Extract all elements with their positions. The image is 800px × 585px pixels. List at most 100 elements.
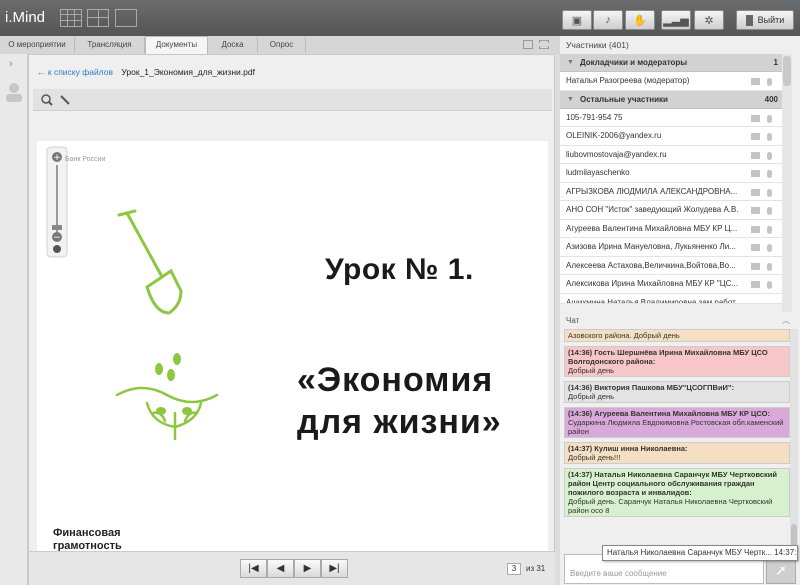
- exit-icon: [745, 14, 753, 26]
- participant-row[interactable]: ludmilayaschenko: [560, 164, 782, 183]
- signal-icon[interactable]: ▂▃▅: [661, 10, 691, 30]
- zoom-slider[interactable]: + −: [43, 145, 73, 265]
- chat-message: Азовского района. Добрый день: [564, 329, 790, 342]
- pen-icon[interactable]: [59, 94, 71, 106]
- file-name: Урок_1_Экономия_для_жизни.pdf: [121, 67, 255, 77]
- participant-row[interactable]: 105-791-954 75: [560, 108, 782, 127]
- next-page-button[interactable]: ▶: [294, 559, 321, 578]
- participant-row[interactable]: АНО СОН "Исток" заведующий Жолудева А.В.: [560, 201, 782, 220]
- chat-scroll-thumb[interactable]: [791, 524, 797, 546]
- chevron-right-icon[interactable]: ›: [9, 58, 13, 70]
- mic-icon[interactable]: [767, 114, 772, 123]
- user-icon[interactable]: [4, 82, 24, 102]
- mic-icon[interactable]: [767, 151, 772, 160]
- exit-button[interactable]: Выйти: [736, 10, 794, 30]
- app-logo: i.Mind: [5, 9, 46, 26]
- mic-icon[interactable]: [767, 207, 772, 215]
- pager: |◀ ◀ ▶ ▶| 3 из 31: [29, 551, 556, 585]
- send-arrow-icon: ➚: [775, 562, 787, 578]
- hand-icon[interactable]: ✋: [625, 10, 655, 30]
- chat-tooltip: Наталья Николаевна Саранчук МБУ Чертк...…: [602, 545, 798, 561]
- first-page-button[interactable]: |◀: [240, 559, 267, 578]
- camera-icon[interactable]: [751, 78, 760, 85]
- mic-icon[interactable]: [767, 281, 772, 289]
- slide-title-line1: «Экономия: [297, 361, 494, 399]
- chat-header: Чат ︿: [560, 314, 800, 328]
- mic-icon[interactable]: [767, 188, 772, 197]
- camera-icon[interactable]: [751, 244, 760, 251]
- chat-scrollbar[interactable]: [790, 329, 798, 551]
- svg-text:−: −: [53, 233, 61, 243]
- last-page-button[interactable]: ▶|: [321, 559, 348, 578]
- bank-label: Банк России: [65, 156, 106, 163]
- participant-row[interactable]: АГРЫЗКОВА ЛЮДМИЛА АЛЕКСАНДРОВНА...: [560, 182, 782, 201]
- slide-footer: Финансовая грамотность: [53, 527, 122, 553]
- camera-icon[interactable]: [751, 262, 760, 270]
- window-icon[interactable]: [523, 40, 533, 49]
- tab-stream[interactable]: Трансляция: [75, 37, 145, 53]
- zoom-icon[interactable]: [41, 94, 53, 106]
- camera-off-icon[interactable]: ▣: [562, 10, 592, 30]
- participant-row[interactable]: Азизова Ирина Мануеловна, Лукьяненко Ли.…: [560, 238, 782, 257]
- group-moderators[interactable]: ▼ Докладчики и модераторы 1: [560, 54, 782, 72]
- camera-icon[interactable]: [751, 225, 760, 233]
- chat-messages: Азовского района. Добрый день (14:36) Го…: [564, 329, 790, 551]
- file-header: ← к списку файлов Урок_1_Экономия_для_жи…: [37, 67, 255, 77]
- collapse-up-icon[interactable]: ︿: [782, 314, 790, 328]
- prev-page-button[interactable]: ◀: [267, 559, 294, 578]
- participant-row[interactable]: OLEINIK-2006@yandex.ru: [560, 127, 782, 146]
- participant-row[interactable]: Алексикова Ирина Михайловна МБУ КР "ЦС..…: [560, 275, 782, 294]
- participants-header: Участники (401): [566, 40, 629, 50]
- mic-icon[interactable]: [767, 225, 772, 234]
- group-others[interactable]: ▼ Остальные участники 400: [560, 90, 782, 109]
- slide[interactable]: + − Банк России Урок № 1. «Экономия для …: [37, 141, 548, 577]
- doc-toolbar: [33, 89, 552, 111]
- chat-message: (14:36) Агуреева Валентина Михайловна МБ…: [564, 407, 790, 438]
- tab-about[interactable]: О мероприятии: [0, 37, 75, 53]
- camera-icon[interactable]: [751, 114, 760, 122]
- camera-icon[interactable]: [751, 133, 760, 140]
- collapse-icon: ▼: [567, 59, 574, 66]
- chat-message: (14:36) Виктория Пашкова МБУ"ЦСОГПВиИ": Д…: [564, 381, 790, 403]
- camera-icon[interactable]: [751, 281, 760, 288]
- layout-quad-icon[interactable]: [87, 9, 109, 27]
- layout-single-icon[interactable]: [115, 9, 137, 27]
- camera-icon[interactable]: [751, 170, 760, 177]
- chat-message: (14:37) Кулиш инна Николаевна: Добрый ден…: [564, 442, 790, 464]
- participant-row[interactable]: liubovmostovaja@yandex.ru: [560, 145, 782, 164]
- mic-icon[interactable]: [767, 170, 772, 178]
- back-to-files-link[interactable]: ← к списку файлов: [37, 67, 113, 77]
- participant-row[interactable]: Агуреева Валентина Михайловна МБУ КР Ц..…: [560, 219, 782, 238]
- camera-icon[interactable]: [751, 207, 760, 214]
- participant-row[interactable]: Алексеева Астахова,Величкина,Войтова,Во.…: [560, 256, 782, 275]
- slide-title-line2: для жизни»: [297, 403, 502, 441]
- chat-message: (14:37) Наталья Николаевна Саранчук МБУ …: [564, 468, 790, 517]
- slide-footer-line1: Финансовая: [53, 527, 121, 539]
- tab-documents[interactable]: Документы: [145, 36, 208, 54]
- mic-icon[interactable]: [767, 244, 772, 252]
- chat-message: (14:36) Гость Шершнёва Ирина Михайловна …: [564, 346, 790, 377]
- participant-row[interactable]: Ашихмина Наталья Владимировна зам.работ.…: [560, 293, 782, 304]
- fullscreen-icon[interactable]: [539, 40, 549, 49]
- participants-panel: Участники (401) ▼ Докладчики и модераторы…: [560, 36, 800, 314]
- tab-board[interactable]: Доска: [208, 37, 258, 53]
- participants-scroll-thumb[interactable]: [783, 56, 791, 86]
- dots-indicator: • •: [788, 0, 796, 9]
- mic-off-icon[interactable]: ♪: [593, 10, 623, 30]
- mic-icon[interactable]: [767, 262, 772, 271]
- tab-poll[interactable]: Опрос: [258, 37, 306, 53]
- page-input[interactable]: 3: [507, 563, 521, 575]
- gear-icon[interactable]: ✲: [694, 10, 724, 30]
- sprout-icon: [115, 353, 219, 441]
- participant-row[interactable]: Наталья Разогреева (модератор): [560, 72, 782, 91]
- layout-grid-icon[interactable]: [60, 9, 82, 27]
- shovel-icon: [117, 209, 183, 315]
- page-total: из 31: [526, 564, 546, 573]
- mic-icon[interactable]: [767, 133, 772, 141]
- mic-icon[interactable]: [767, 78, 772, 86]
- top-bar: i.Mind ▣ ♪ ✋ ▂▃▅ ✲ Выйти • •: [0, 0, 800, 36]
- camera-icon[interactable]: [751, 188, 760, 196]
- left-strip: ›: [0, 54, 28, 585]
- participants-scrollbar[interactable]: [782, 54, 792, 312]
- camera-icon[interactable]: [751, 151, 760, 159]
